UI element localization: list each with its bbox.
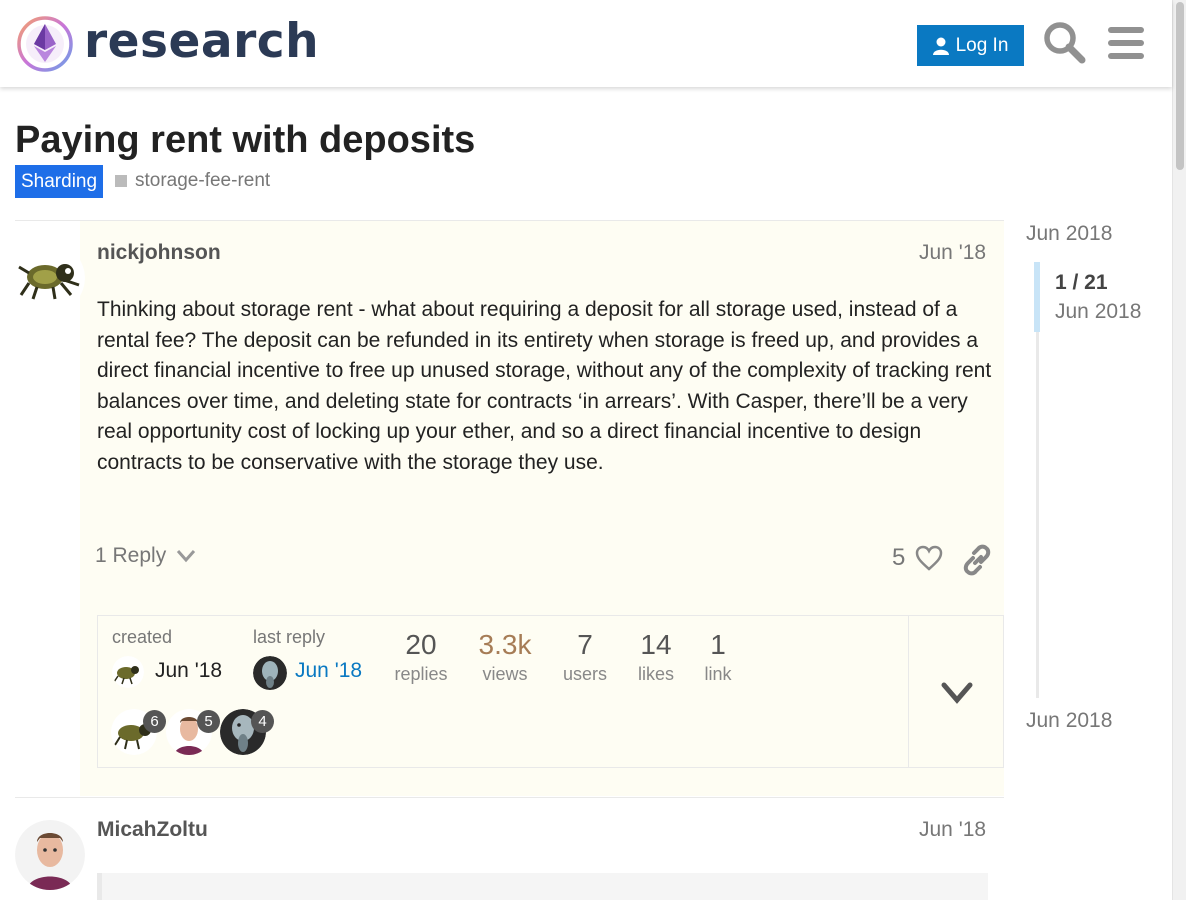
login-button-label: Log In (955, 34, 1009, 56)
last-reply-label: last reply (253, 627, 326, 647)
like-count: 5 (892, 544, 906, 571)
ethereum-research-logo[interactable] (15, 14, 75, 74)
like-button[interactable]: 5 (892, 544, 943, 572)
creator-avatar[interactable] (112, 656, 144, 688)
created-date: Jun '18 (155, 659, 223, 682)
stat-views: 3.3k views (469, 629, 541, 687)
chevron-down-icon[interactable] (938, 676, 976, 710)
share-link-icon[interactable] (962, 544, 992, 576)
scrollbar-thumb[interactable] (1176, 2, 1184, 170)
topic-tag[interactable]: storage-fee-rent (115, 170, 270, 192)
post-date[interactable]: Jun '18 (919, 818, 986, 842)
avatar-micahzoltu[interactable] (15, 820, 85, 890)
last-reply-avatar[interactable] (253, 656, 287, 690)
page-scrollbar[interactable] (1172, 0, 1186, 900)
stat-label: likes (637, 664, 674, 684)
stat-value: 7 (577, 629, 593, 660)
stat-likes: 14 likes (628, 629, 684, 687)
timeline-start-date[interactable]: Jun 2018 (1026, 222, 1112, 246)
post-divider (15, 797, 1004, 798)
post-date[interactable]: Jun '18 (919, 241, 986, 265)
stat-users: 7 users (554, 629, 616, 687)
stat-links: 1 link (697, 629, 739, 687)
heart-icon (916, 545, 943, 571)
tag-label: storage-fee-rent (135, 170, 271, 191)
tag-square-icon (115, 175, 127, 187)
post-body: Thinking about storage rent - what about… (97, 298, 992, 474)
category-badge[interactable]: Sharding (15, 165, 104, 198)
stat-label: users (562, 664, 607, 684)
stat-label: link (704, 664, 732, 684)
stat-value: 20 (405, 629, 437, 660)
post-author[interactable]: MicahZoltu (97, 818, 208, 842)
topic-title[interactable]: Paying rent with deposits (15, 119, 475, 162)
replies-toggle-button[interactable]: 1 Reply (95, 544, 196, 568)
stat-label: replies (394, 664, 448, 684)
stat-label: views (482, 664, 528, 684)
post-author[interactable]: nickjohnson (97, 241, 221, 265)
created-label: created (112, 627, 173, 647)
timeline-handle[interactable] (1034, 262, 1040, 332)
timeline-end-date[interactable]: Jun 2018 (1026, 709, 1112, 733)
user-icon (932, 37, 949, 55)
topic-map-divider (908, 616, 909, 767)
search-icon[interactable] (1042, 20, 1088, 66)
timeline-current-date: Jun 2018 (1055, 300, 1142, 323)
participant-post-count: 5 (197, 710, 220, 733)
stat-value: 14 (640, 629, 672, 660)
chevron-down-icon (177, 550, 196, 563)
timeline-position: 1 / 21 (1055, 271, 1108, 294)
replies-count-label: 1 Reply (95, 544, 167, 567)
stat-value: 3.3k (478, 629, 532, 660)
site-header: research Log In (0, 0, 1172, 87)
quoted-reply (97, 873, 988, 900)
participant-post-count: 4 (251, 710, 274, 733)
participant-post-count: 6 (143, 710, 166, 733)
stat-value: 1 (710, 629, 726, 660)
stat-replies: 20 replies (386, 629, 456, 687)
login-button[interactable]: Log In (917, 25, 1024, 66)
hamburger-menu-icon[interactable] (1104, 20, 1150, 66)
last-reply-date[interactable]: Jun '18 (295, 659, 362, 683)
site-name[interactable]: research (84, 14, 319, 69)
avatar-nickjohnson[interactable] (15, 243, 85, 313)
